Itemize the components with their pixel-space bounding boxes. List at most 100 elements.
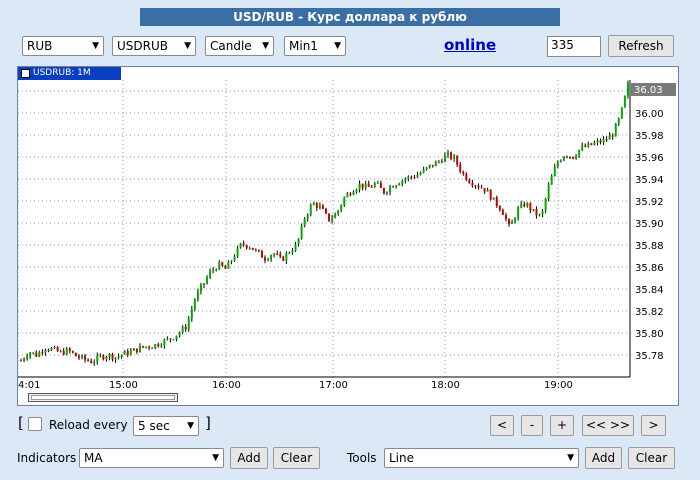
indicator-add-button[interactable]: Add	[230, 447, 268, 469]
candle-down	[572, 156, 575, 159]
reload-interval-value: 5 sec	[138, 419, 170, 433]
candle-up	[163, 339, 166, 346]
candle-up	[425, 167, 428, 170]
candle-up	[608, 135, 611, 140]
price-axis-labels: 36.0236.0035.9835.9635.9435.9235.9035.88…	[635, 87, 664, 362]
candle-up	[309, 205, 312, 215]
tool-clear-button[interactable]: Clear	[628, 447, 675, 469]
price-tick-label: 35.92	[635, 197, 664, 208]
candle-down	[279, 254, 282, 257]
candle-up	[623, 95, 626, 108]
candle-up	[233, 256, 236, 261]
candle-down	[361, 183, 364, 188]
scrollbar-thumb[interactable]	[31, 395, 175, 400]
candle-down	[282, 256, 285, 261]
candle-down	[71, 350, 74, 353]
candle-down	[611, 135, 614, 137]
candle-up	[511, 221, 514, 224]
candle-down	[328, 213, 331, 221]
indicator-select[interactable]: MA ▼	[79, 448, 224, 468]
candle-up	[614, 123, 617, 137]
candle-down	[68, 348, 71, 351]
candle-up	[270, 255, 273, 260]
candle-up	[428, 164, 431, 168]
window-icon	[21, 69, 30, 78]
candle-down	[392, 186, 395, 188]
candle-up	[443, 154, 446, 162]
candle-down	[413, 176, 416, 178]
reload-checkbox[interactable]	[28, 417, 42, 431]
candle-down	[605, 139, 608, 141]
zoom-in-button[interactable]: +	[550, 415, 574, 436]
candle-up	[26, 356, 29, 359]
zoom-out-button[interactable]: -	[521, 415, 543, 436]
candle-up	[218, 262, 221, 270]
series-label: USDRUB: 1M	[18, 67, 121, 80]
indicator-value: MA	[84, 451, 103, 465]
candle-down	[184, 326, 187, 330]
candle-up	[556, 161, 559, 167]
reload-interval-select[interactable]: 5 sec ▼	[133, 416, 199, 436]
candle-up	[306, 214, 309, 219]
candle-down	[508, 219, 510, 224]
candle-up	[404, 178, 407, 181]
candle-down	[382, 187, 385, 194]
nav-last-button[interactable]: >	[641, 415, 666, 436]
candle-down	[264, 257, 266, 261]
tool-add-button[interactable]: Add	[585, 447, 622, 469]
fit-button[interactable]: << >>	[582, 415, 634, 436]
candle-up	[166, 338, 169, 340]
candle-down	[480, 187, 483, 189]
candle-down	[584, 145, 587, 147]
candle-up	[29, 352, 32, 357]
candle-up	[96, 355, 99, 362]
chart-scrollbar[interactable]	[28, 393, 178, 402]
candle-up	[407, 176, 410, 179]
candle-up	[352, 192, 355, 195]
price-tick-label: 35.88	[635, 241, 664, 252]
candle-down	[483, 188, 486, 192]
indicator-clear-button[interactable]: Clear	[273, 447, 320, 469]
candle-up	[81, 355, 83, 358]
candle-up	[236, 247, 239, 257]
candle-down	[74, 352, 77, 357]
candle-up	[376, 182, 379, 184]
candle-down	[47, 350, 50, 352]
candle-up	[120, 354, 123, 357]
candle-down	[462, 171, 465, 174]
candle-down	[62, 350, 65, 355]
candle-up	[434, 161, 437, 167]
price-tick-label: 35.78	[635, 351, 664, 362]
candle-up	[65, 348, 68, 355]
candle-up	[32, 352, 35, 354]
price-tick-label: 35.98	[635, 131, 664, 142]
chevron-down-icon: ▼	[187, 421, 194, 431]
candle-up	[334, 214, 337, 219]
candle-up	[160, 345, 163, 347]
candle-up	[108, 353, 111, 358]
candle-up	[209, 270, 212, 278]
candle-up	[145, 346, 148, 348]
candle-up	[303, 218, 306, 226]
candle-down	[325, 208, 327, 214]
candle-up	[172, 339, 175, 341]
candle-down	[84, 355, 87, 360]
price-tick-label: 35.80	[635, 329, 664, 340]
candle-up	[203, 283, 205, 285]
candle-up	[212, 269, 215, 271]
candle-up	[550, 176, 553, 185]
candle-up	[93, 361, 96, 364]
candle-down	[431, 164, 434, 167]
candle-up	[193, 299, 196, 310]
last-price-label: 36.03	[634, 85, 663, 96]
candle-up	[437, 161, 440, 163]
candle-up	[346, 193, 349, 198]
candle-up	[547, 184, 550, 199]
candle-up	[178, 332, 181, 336]
nav-first-button[interactable]: <	[490, 415, 514, 436]
candle-down	[590, 143, 593, 145]
candle-up	[312, 203, 315, 206]
bracket-open: [	[18, 414, 24, 432]
tool-select[interactable]: Line ▼	[384, 448, 579, 468]
candle-down	[535, 209, 538, 216]
